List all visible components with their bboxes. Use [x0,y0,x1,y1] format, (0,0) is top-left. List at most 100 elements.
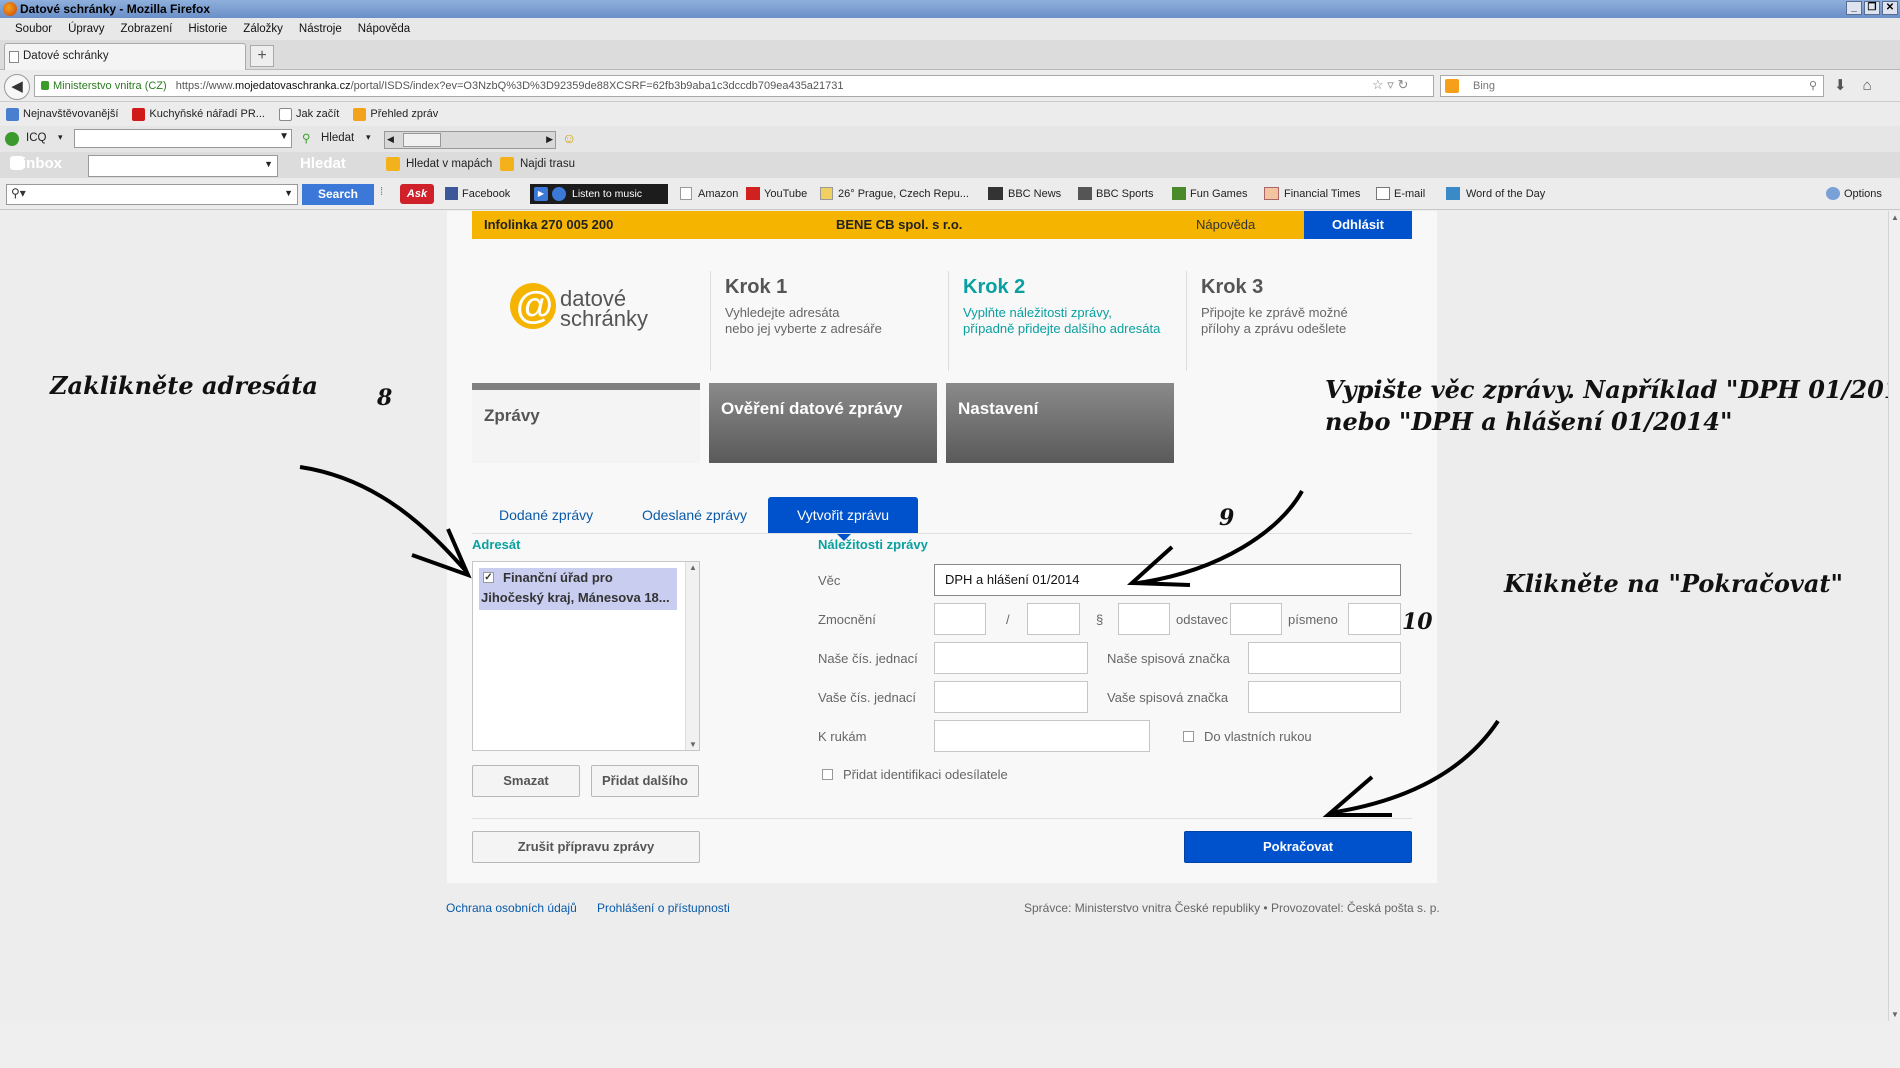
close-icon[interactable]: ✕ [1882,1,1898,15]
inbox-toolbar: inbox ▼ Hledat Hledat v mapách Najdi tra… [0,152,1900,178]
inbox-logo: inbox [22,155,62,172]
ask-toolbar: ⚲▾ ▼ Search ⁞ Ask Facebook ▶ Listen to mus… [0,178,1900,210]
home-icon[interactable]: ⌂ [1863,77,1888,94]
minimize-icon[interactable]: _ [1846,1,1862,15]
toolbar-email[interactable]: E-mail [1394,188,1425,200]
arrow-up-icon[interactable]: ▲ [1891,213,1899,222]
ask-search-input[interactable]: ⚲▾ ▼ [6,184,298,205]
site-identity[interactable]: Ministerstvo vnitra (CZ) [35,76,173,96]
amazon-icon [680,187,692,200]
ask-search-button[interactable]: Search [302,184,374,205]
toolbar-financial-times[interactable]: Financial Times [1284,188,1360,200]
youtube-icon [746,187,760,200]
bbc-sports-icon [1078,187,1092,200]
search-icon: ⚲ [302,133,311,145]
restore-icon[interactable]: ❐ [1864,1,1880,15]
search-icon[interactable]: ⚲ [1809,76,1817,96]
email-icon [1376,187,1390,200]
bookmark-icon [6,107,19,121]
bookmark-getting-started[interactable]: Jak začít [278,107,339,121]
bookmark-icon [132,107,146,121]
ft-icon [1264,187,1279,200]
back-button[interactable]: ◀ [4,74,30,100]
ask-logo-icon[interactable]: Ask [400,184,434,204]
chevron-down-icon[interactable]: ▾ [58,132,63,143]
scrollbar-thumb[interactable] [403,133,441,147]
speaker-icon [552,187,566,201]
bookmark-most-visited[interactable]: Nejnavštěvovanější [6,107,118,121]
page-icon [9,51,19,63]
chevron-down-icon[interactable]: ▼ [279,131,289,142]
window-titlebar: Datové schránky - Mozilla Firefox _ ❐ ✕ [0,0,1900,18]
menu-tools[interactable]: Nástroje [291,23,350,35]
chevron-down-icon[interactable]: ▼ [284,188,293,198]
icq-search-button[interactable]: Hledat [321,132,354,144]
arrow-8-head [411,528,472,579]
toolbar-bbc-sports[interactable]: BBC Sports [1096,188,1153,200]
menu-help[interactable]: Nápověda [350,23,418,35]
star-icon[interactable]: ☆ [1372,77,1384,92]
menu-history[interactable]: Historie [180,23,235,35]
word-icon [1446,187,1460,200]
window-title: Datové schránky - Mozilla Firefox [20,2,211,16]
smiley-icon[interactable]: ☺ [562,130,576,146]
rss-icon [353,107,367,121]
toolbar-music[interactable]: ▶ Listen to music [530,184,668,204]
page-icon [278,107,292,121]
dropdown-icon[interactable]: ▿ [1387,77,1394,92]
toolbar-options[interactable]: Options [1844,188,1882,200]
tab-bar: Datové schránky + [0,40,1900,70]
browser-tab[interactable]: Datové schránky [4,43,246,70]
separator-icon: ⁞ [380,186,384,198]
toolbar-word-of-day[interactable]: Word of the Day [1466,188,1545,200]
toolbar-bbc-news[interactable]: BBC News [1008,188,1061,200]
arrow-down-icon[interactable]: ▼ [1891,1010,1899,1019]
options-icon [1826,187,1840,200]
map-icon [386,157,400,171]
url-domain: mojedatovaschranka.cz [235,80,351,92]
icq-label[interactable]: ICQ [26,132,46,144]
status-area [0,1021,1900,1068]
url-prefix: https://www. [175,80,236,92]
scrollbar[interactable]: ◀ ▶ [384,131,556,149]
toolbar-youtube[interactable]: YouTube [764,188,807,200]
menu-file[interactable]: Soubor [7,23,60,35]
menu-view[interactable]: Zobrazení [113,23,181,35]
search-icon: ⚲▾ [11,186,26,200]
find-route-button[interactable]: Najdi trasu [520,158,575,170]
search-maps-button[interactable]: Hledat v mapách [406,158,492,170]
facebook-icon [445,187,458,200]
page-scrollbar[interactable]: ▲ ▼ [1888,211,1900,1021]
arrow-8 [299,465,468,573]
icq-toolbar: ICQ ▾ ▼ ⚲ Hledat ▾ ◀ ▶ ☺ [0,126,1900,152]
bookmark-news[interactable]: Přehled zpráv [353,107,438,121]
bookmark-kitchen[interactable]: Kuchyňské nářadí PR... [132,107,265,121]
search-bar[interactable]: Bing ⚲ [1440,75,1824,97]
toolbar-weather[interactable]: 26° Prague, Czech Repu... [838,188,969,200]
new-tab-button[interactable]: + [250,45,274,67]
url-actions: ☆ ▿ ↻ [1372,77,1408,93]
weather-icon [820,187,833,200]
url-path: /portal/ISDS/index?ev=O3NzbQ%3D%3D92359d… [350,80,844,92]
icq-flower-icon [5,132,19,146]
arrow-left-icon[interactable]: ◀ [387,134,394,145]
menu-bar: Soubor Úpravy Zobrazení Historie Záložky… [0,18,1900,40]
inbox-search-input[interactable]: ▼ [88,155,278,177]
reload-icon[interactable]: ↻ [1397,77,1408,92]
download-icon[interactable]: ⬇ [1834,77,1863,94]
toolbar-facebook[interactable]: Facebook [462,188,510,200]
toolbar-fun-games[interactable]: Fun Games [1190,188,1247,200]
arrow-9 [1137,490,1304,585]
inbox-search-button[interactable]: Hledat [300,155,346,172]
icq-search-input[interactable]: ▼ [74,129,292,148]
chevron-down-icon[interactable]: ▼ [264,159,273,169]
arrow-right-icon[interactable]: ▶ [546,134,553,145]
play-icon: ▶ [534,187,548,201]
toolbar-amazon[interactable]: Amazon [698,188,738,200]
menu-edit[interactable]: Úpravy [60,23,112,35]
menu-bookmarks[interactable]: Záložky [235,23,291,35]
games-icon [1172,187,1186,200]
url-bar[interactable]: Ministerstvo vnitra (CZ) https://www.moj… [34,75,1434,97]
tab-label: Datové schránky [23,50,109,62]
chevron-down-icon[interactable]: ▾ [366,132,371,143]
